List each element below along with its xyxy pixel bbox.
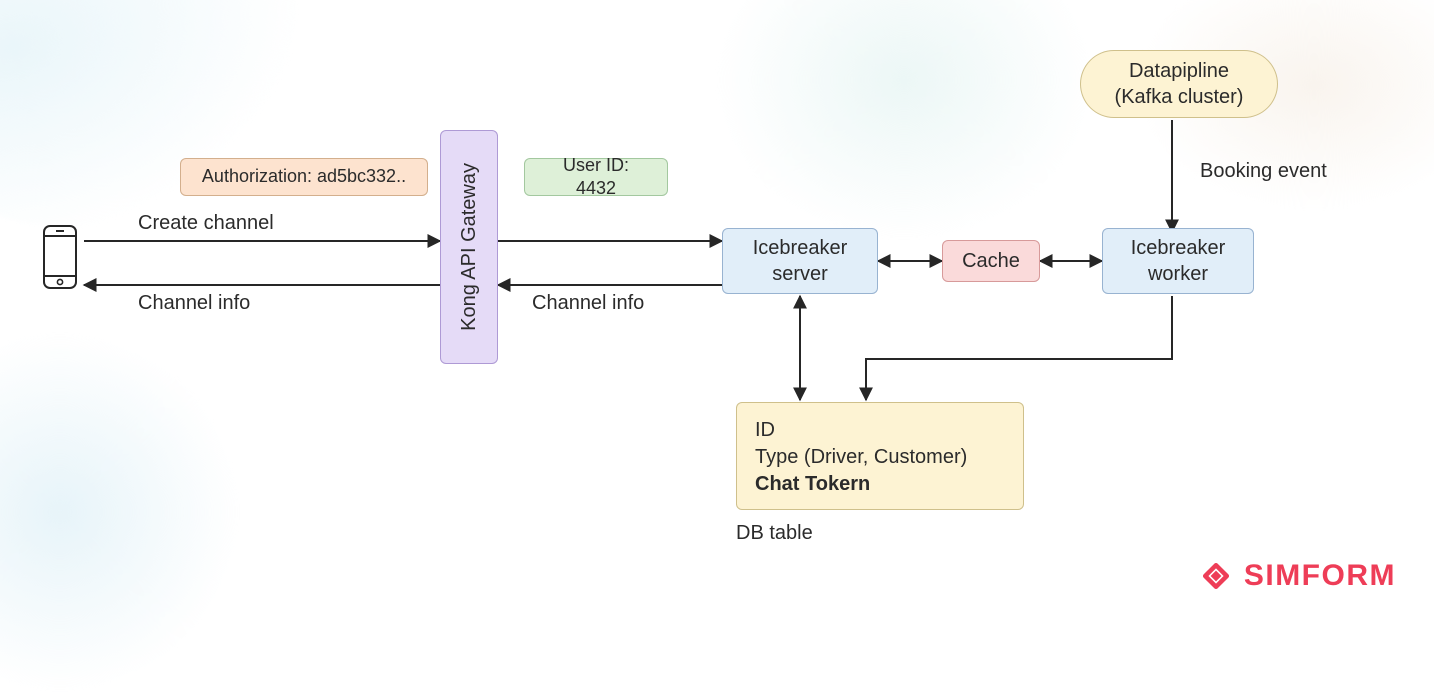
cache-label: Cache	[962, 248, 1020, 274]
datapipeline-line1: Datapipline	[1115, 58, 1244, 84]
db-line1: ID	[755, 417, 775, 444]
create-channel-label: Create channel	[138, 212, 274, 235]
icebreaker-server-line2: server	[753, 261, 848, 287]
user-id-text: User ID: 4432	[541, 154, 651, 201]
brand-name: SIMFORM	[1244, 559, 1396, 593]
booking-event-label: Booking event	[1200, 160, 1327, 183]
brand-logo: SIMFORM	[1198, 558, 1396, 594]
kong-api-gateway-node: Kong API Gateway	[440, 130, 498, 364]
auth-token-tag: Authorization: ad5bc332..	[180, 158, 428, 196]
datapipeline-line2: (Kafka cluster)	[1115, 84, 1244, 110]
db-line3: Chat Tokern	[755, 471, 870, 498]
channel-info-right-label: Channel info	[532, 292, 644, 315]
datapipeline-node: Datapipline (Kafka cluster)	[1080, 50, 1278, 118]
db-table-caption: DB table	[736, 522, 813, 545]
icebreaker-server-node: Icebreaker server	[722, 228, 878, 294]
icebreaker-worker-line1: Icebreaker	[1131, 235, 1226, 261]
user-id-tag: User ID: 4432	[524, 158, 668, 196]
brand-mark-icon	[1198, 558, 1234, 594]
cache-node: Cache	[942, 240, 1040, 282]
channel-info-left-label: Channel info	[138, 292, 250, 315]
kong-api-gateway-label: Kong API Gateway	[456, 163, 482, 331]
icebreaker-worker-line2: worker	[1131, 261, 1226, 287]
icebreaker-server-line1: Icebreaker	[753, 235, 848, 261]
db-line2: Type (Driver, Customer)	[755, 444, 967, 471]
mobile-device-icon	[38, 224, 82, 290]
icebreaker-worker-node: Icebreaker worker	[1102, 228, 1254, 294]
db-table-node: ID Type (Driver, Customer) Chat Tokern	[736, 402, 1024, 510]
auth-token-text: Authorization: ad5bc332..	[202, 165, 406, 188]
